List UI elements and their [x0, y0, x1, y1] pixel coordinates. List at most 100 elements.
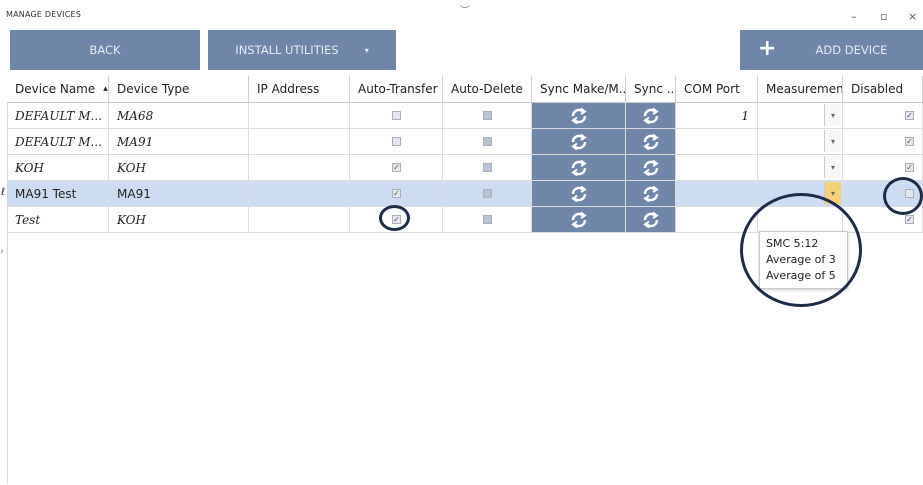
cell-device-name[interactable]: KOH — [7, 155, 109, 180]
cell-disabled[interactable]: ✓ — [843, 129, 923, 154]
chevron-down-icon[interactable]: ▾ — [824, 182, 841, 204]
cell-sync-make-model[interactable] — [532, 155, 626, 180]
auto-transfer-checkbox[interactable] — [392, 137, 401, 146]
column-header-device-name[interactable]: Device Name ▴ — [7, 76, 109, 103]
cell-measurement[interactable] — [758, 207, 843, 232]
cell-ip-address[interactable] — [249, 207, 350, 232]
cell-auto-delete[interactable] — [443, 207, 532, 232]
cell-com-port[interactable] — [676, 181, 758, 206]
cell-sync[interactable] — [626, 207, 676, 232]
back-button[interactable]: BACK — [10, 30, 200, 70]
cell-com-port[interactable] — [676, 207, 758, 232]
cell-sync-make-model[interactable] — [532, 181, 626, 206]
table-row[interactable]: DEFAULT M... MA91 ▾ ✓ — [7, 129, 923, 155]
cell-sync-make-model[interactable] — [532, 207, 626, 232]
table-row[interactable]: Test KOH ✓ ✓ — [7, 207, 923, 233]
cell-sync-make-model[interactable] — [532, 103, 626, 128]
auto-delete-checkbox[interactable] — [483, 189, 492, 198]
sync-button[interactable] — [626, 207, 675, 232]
auto-transfer-checkbox[interactable]: ✓ — [392, 163, 401, 172]
column-header-sync[interactable]: Sync ... — [626, 76, 676, 103]
auto-delete-checkbox[interactable] — [483, 163, 492, 172]
column-header-sync-make-model[interactable]: Sync Make/M... — [532, 76, 626, 103]
cell-measurement[interactable]: ▾ — [758, 129, 843, 154]
measurement-dropdown-list[interactable]: SMC 5:12 Average of 3 Average of 5 — [759, 231, 848, 289]
cell-com-port[interactable] — [676, 129, 758, 154]
cell-auto-transfer[interactable] — [350, 129, 443, 154]
measurement-option[interactable]: SMC 5:12 — [766, 237, 818, 250]
cell-sync[interactable] — [626, 181, 676, 206]
cell-ip-address[interactable] — [249, 103, 350, 128]
cell-ip-address[interactable] — [249, 129, 350, 154]
column-header-measurement[interactable]: Measuremen... — [758, 76, 843, 103]
cell-measurement[interactable]: ▾ — [758, 155, 843, 180]
auto-transfer-checkbox[interactable]: ✓ — [392, 189, 401, 198]
cell-auto-transfer[interactable]: ✓ — [350, 207, 443, 232]
cell-device-name[interactable]: Test — [7, 207, 109, 232]
cell-com-port[interactable] — [676, 155, 758, 180]
cell-disabled[interactable]: ✓ — [843, 155, 923, 180]
cell-ip-address[interactable] — [249, 155, 350, 180]
restore-button[interactable]: ▫ — [880, 10, 887, 23]
cell-device-name[interactable]: DEFAULT M... — [7, 103, 109, 128]
cell-sync[interactable] — [626, 155, 676, 180]
measurement-option[interactable]: Average of 3 — [766, 253, 836, 266]
add-device-button[interactable]: + ADD DEVICE — [740, 30, 923, 70]
cell-device-type[interactable]: MA68 — [109, 103, 249, 128]
cell-disabled[interactable]: ✓ — [843, 207, 923, 232]
cell-device-type[interactable]: MA91 — [109, 129, 249, 154]
cell-device-name[interactable]: MA91 Test — [7, 181, 109, 206]
cell-measurement[interactable]: ▾ — [758, 181, 843, 206]
cell-auto-delete[interactable] — [443, 103, 532, 128]
cell-device-name[interactable]: DEFAULT M... — [7, 129, 109, 154]
sync-make-model-button[interactable] — [532, 129, 625, 154]
cell-auto-delete[interactable] — [443, 155, 532, 180]
auto-transfer-checkbox[interactable] — [392, 111, 401, 120]
cell-auto-transfer[interactable]: ✓ — [350, 181, 443, 206]
cell-auto-transfer[interactable] — [350, 103, 443, 128]
cell-auto-delete[interactable] — [443, 181, 532, 206]
chevron-down-icon[interactable]: ▾ — [824, 156, 841, 178]
sync-button[interactable] — [626, 129, 675, 154]
cell-device-type[interactable]: MA91 — [109, 181, 249, 206]
cell-disabled[interactable]: ✓ — [843, 103, 923, 128]
column-header-auto-delete[interactable]: Auto-Delete — [443, 76, 532, 103]
cell-measurement[interactable]: ▾ — [758, 103, 843, 128]
cell-device-type[interactable]: KOH — [109, 207, 249, 232]
collapse-chevron-icon[interactable]: ︶ — [460, 2, 470, 17]
auto-delete-checkbox[interactable] — [483, 111, 492, 120]
sync-button[interactable] — [626, 181, 675, 206]
sync-make-model-button[interactable] — [532, 181, 625, 206]
sync-make-model-button[interactable] — [532, 155, 625, 180]
disabled-checkbox[interactable]: ✓ — [905, 215, 914, 224]
close-button[interactable]: × — [908, 10, 917, 23]
disabled-checkbox[interactable]: ✓ — [905, 163, 914, 172]
chevron-down-icon[interactable]: ▾ — [824, 104, 841, 126]
cell-sync-make-model[interactable] — [532, 129, 626, 154]
auto-delete-checkbox[interactable] — [483, 137, 492, 146]
column-header-ip-address[interactable]: IP Address — [249, 76, 350, 103]
disabled-checkbox[interactable]: ✓ — [905, 111, 914, 120]
cell-auto-transfer[interactable]: ✓ — [350, 155, 443, 180]
disabled-checkbox[interactable] — [905, 189, 914, 198]
cell-ip-address[interactable] — [249, 181, 350, 206]
sync-make-model-button[interactable] — [532, 207, 625, 232]
sync-make-model-button[interactable] — [532, 103, 625, 128]
measurement-option[interactable]: Average of 5 — [766, 269, 836, 282]
install-utilities-button[interactable]: INSTALL UTILITIES ▾ — [208, 30, 396, 70]
auto-transfer-checkbox[interactable]: ✓ — [392, 215, 401, 224]
disabled-checkbox[interactable]: ✓ — [905, 137, 914, 146]
chevron-down-icon[interactable]: ▾ — [824, 130, 841, 152]
column-header-com-port[interactable]: COM Port — [676, 76, 758, 103]
cell-auto-delete[interactable] — [443, 129, 532, 154]
cell-com-port[interactable]: 1 — [676, 103, 758, 128]
cell-device-type[interactable]: KOH — [109, 155, 249, 180]
cell-sync[interactable] — [626, 129, 676, 154]
sync-button[interactable] — [626, 103, 675, 128]
column-header-auto-transfer[interactable]: Auto-Transfer — [350, 76, 443, 103]
column-header-disabled[interactable]: Disabled — [843, 76, 923, 103]
left-resize-handle[interactable]: › — [0, 240, 6, 270]
column-header-device-type[interactable]: Device Type — [109, 76, 249, 103]
table-row[interactable]: KOH KOH ✓ ▾ ✓ — [7, 155, 923, 181]
cell-disabled[interactable] — [843, 181, 923, 206]
